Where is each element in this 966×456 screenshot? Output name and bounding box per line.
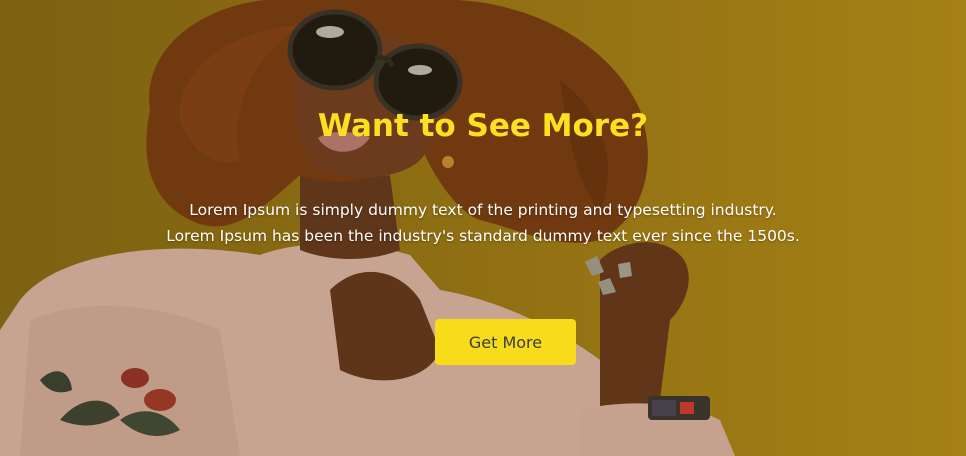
hero-content: Want to See More? Lorem Ipsum is simply … [0, 0, 966, 456]
hero-description: Lorem Ipsum is simply dummy text of the … [0, 197, 966, 249]
hero-section: Want to See More? Lorem Ipsum is simply … [0, 0, 966, 456]
description-line-2: Lorem Ipsum has been the industry's stan… [166, 227, 800, 245]
get-more-button[interactable]: Get More [435, 319, 576, 365]
description-line-1: Lorem Ipsum is simply dummy text of the … [189, 201, 777, 219]
hero-title: Want to See More? [317, 108, 649, 144]
